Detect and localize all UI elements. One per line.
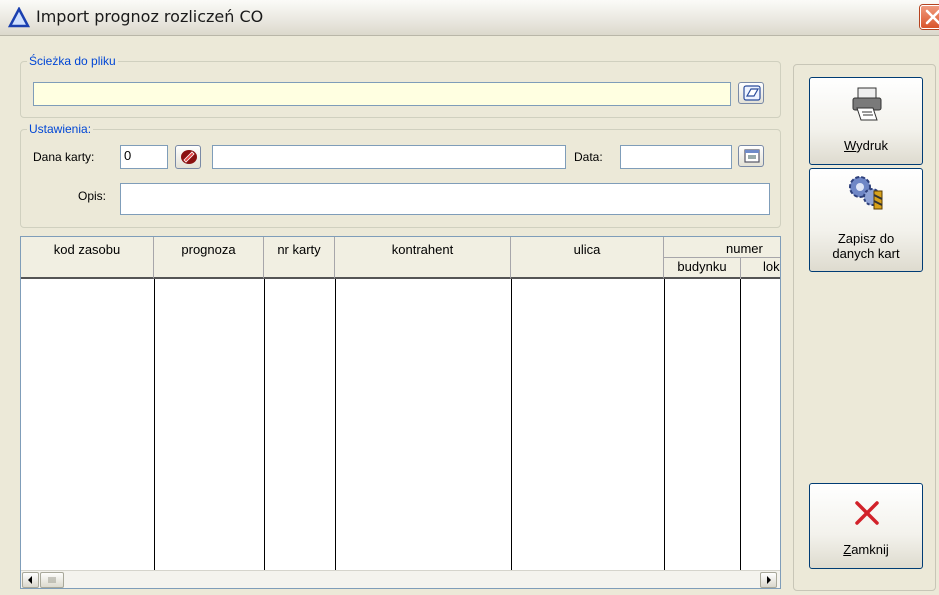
data-grid[interactable]: kod zasobu prognoza nr karty kontrahent … — [20, 236, 781, 589]
column-divider — [264, 279, 265, 570]
column-header-budynku[interactable]: budynku — [665, 259, 739, 274]
printer-icon — [852, 87, 882, 121]
save-button-line1: Zapisz do — [837, 231, 895, 246]
save-to-cards-button[interactable]: Zapisz do danych kart — [809, 168, 923, 272]
column-header-prognoza[interactable]: prognoza — [154, 237, 264, 279]
description-input[interactable] — [120, 183, 770, 215]
file-path-input[interactable] — [33, 82, 731, 106]
close-button[interactable]: Zamknij — [809, 483, 923, 569]
column-divider — [335, 279, 336, 570]
close-icon — [925, 9, 939, 25]
print-button[interactable]: Wydruk — [809, 77, 923, 165]
save-button-line2: danych kart — [832, 246, 900, 261]
arrow-left-icon — [28, 576, 32, 584]
close-accelerator: Z — [843, 542, 852, 557]
column-header-kod-zasobu[interactable]: kod zasobu — [21, 237, 154, 279]
folder-open-icon — [743, 85, 761, 101]
date-input[interactable] — [620, 145, 732, 169]
column-header-lok[interactable]: lok — [763, 259, 780, 274]
column-divider — [664, 279, 665, 570]
description-label: Opis: — [78, 189, 107, 203]
print-button-label: Wydruk — [810, 138, 922, 153]
print-accelerator: W — [844, 138, 857, 153]
scroll-right-button[interactable] — [760, 572, 777, 588]
card-lookup-button[interactable] — [175, 145, 201, 169]
horizontal-scrollbar[interactable] — [21, 570, 780, 588]
print-label-rest: ydruk — [856, 138, 888, 153]
calendar-icon — [744, 149, 760, 163]
column-divider — [511, 279, 512, 570]
window-title: Import prognoz rozliczeń CO — [36, 7, 264, 26]
card-name-input[interactable] — [212, 145, 566, 169]
card-number-input[interactable]: 0 — [120, 145, 168, 169]
scroll-left-button[interactable] — [22, 572, 39, 588]
title-bar: Import prognoz rozliczeń CO — [0, 0, 939, 36]
column-header-kontrahent[interactable]: kontrahent — [335, 237, 511, 279]
sub-column-divider — [740, 257, 741, 279]
group-header-divider — [664, 257, 780, 258]
close-window-button[interactable] — [920, 5, 939, 29]
settings-legend: Ustawienia: — [29, 122, 92, 136]
date-label: Data: — [574, 150, 603, 164]
card-label: Dana karty: — [33, 150, 95, 164]
arrow-right-icon — [767, 576, 771, 584]
column-group-header-numer: numer budynku lok — [664, 237, 780, 279]
book-icon — [181, 150, 197, 164]
grip-icon — [48, 577, 56, 583]
scroll-thumb[interactable] — [40, 572, 64, 588]
triangle-delta-icon — [8, 7, 30, 28]
close-button-label: Zamknij — [810, 542, 922, 557]
gears-save-icon — [849, 176, 883, 210]
file-path-legend: Ścieżka do pliku — [29, 54, 116, 68]
column-header-ulica[interactable]: ulica — [511, 237, 664, 279]
calendar-button[interactable] — [738, 145, 764, 167]
group-header-label: numer — [726, 241, 763, 256]
column-header-nr-karty[interactable]: nr karty — [264, 237, 335, 279]
column-divider — [154, 279, 155, 570]
column-divider — [740, 279, 741, 570]
browse-file-button[interactable] — [738, 82, 764, 104]
close-label-rest: amknij — [851, 542, 889, 557]
close-x-icon — [855, 501, 879, 525]
